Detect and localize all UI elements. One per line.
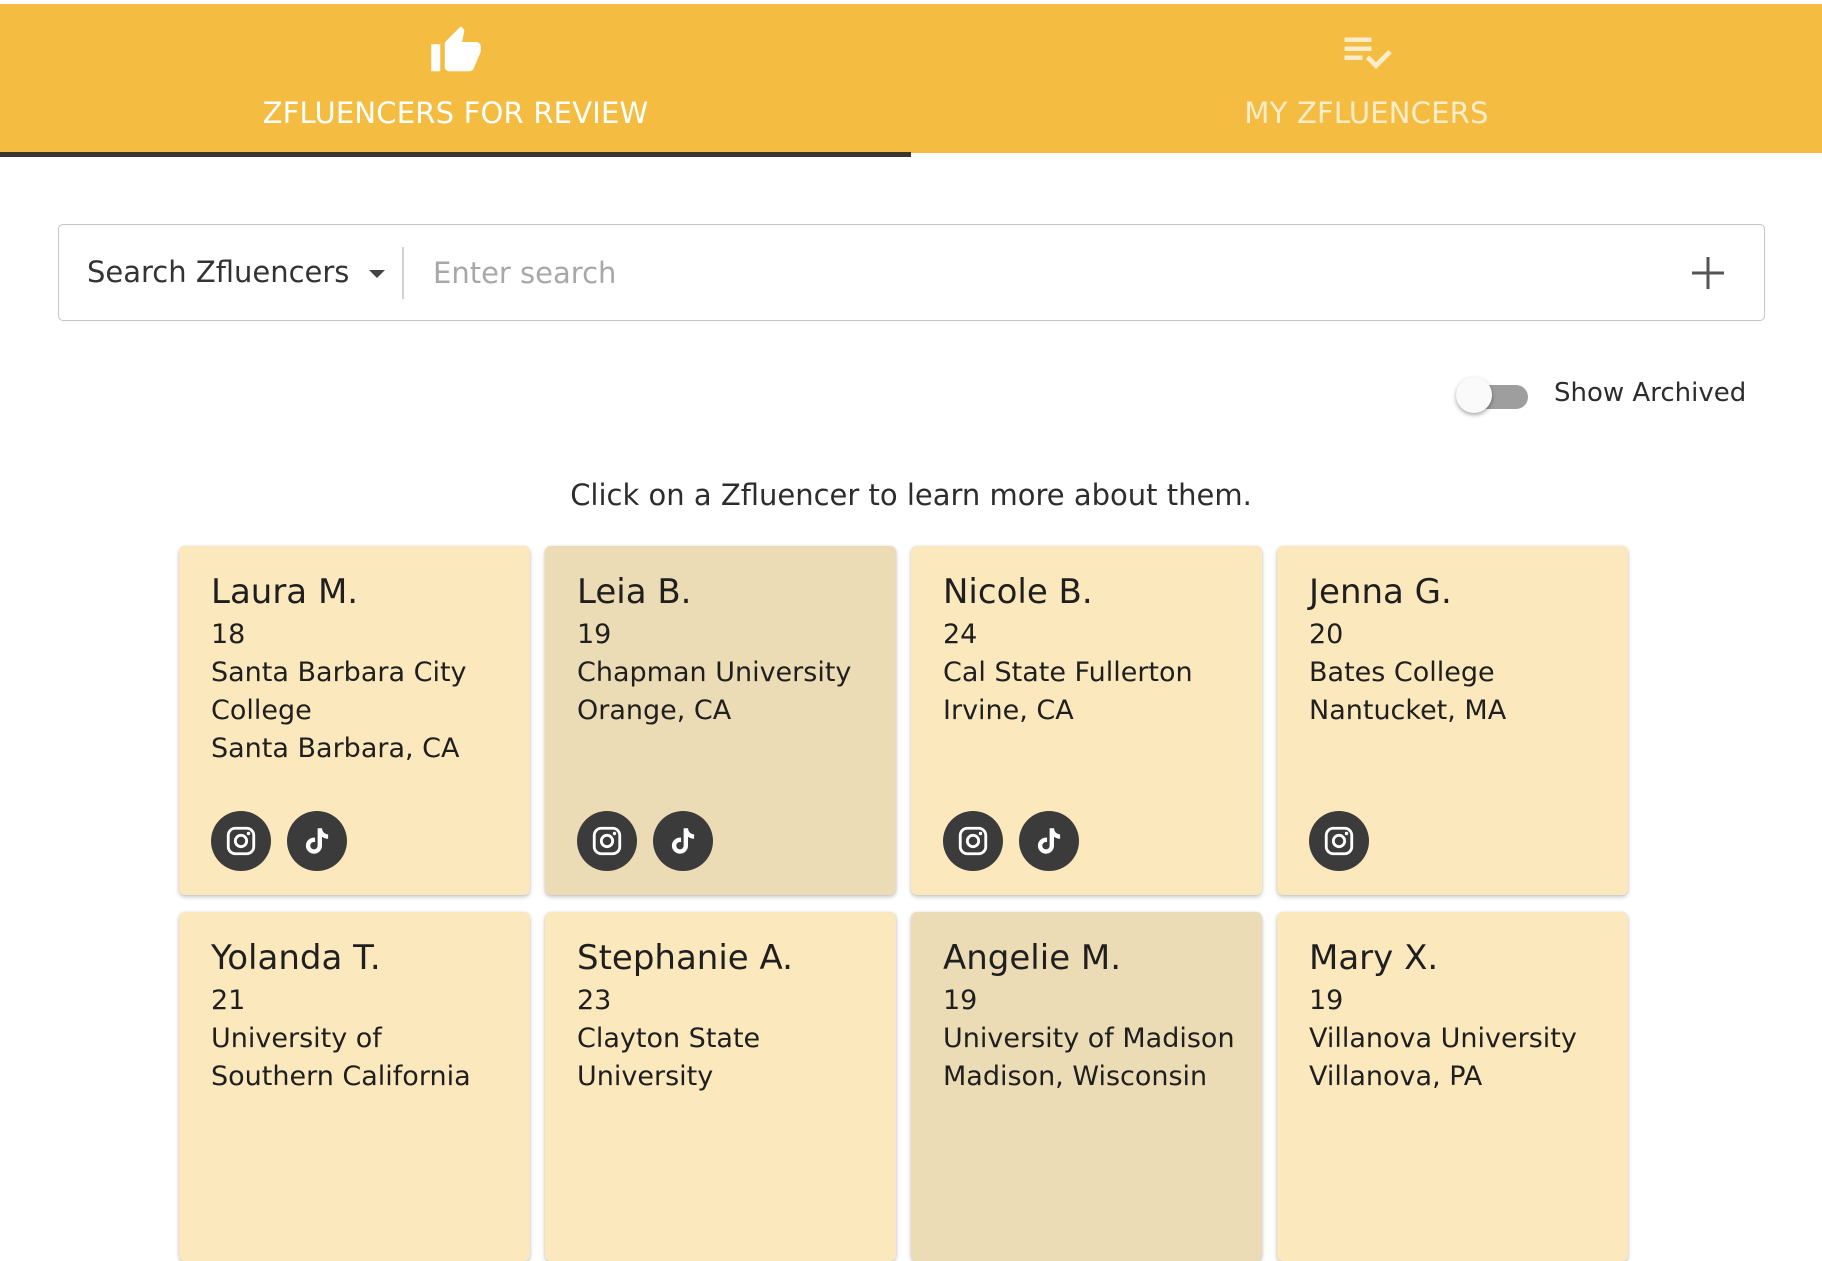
top-navigation-bar: ZFLUENCERS FOR REVIEW MY ZFLUENCERS	[0, 0, 1822, 157]
zfluencer-details: 19 Chapman University Orange, CA	[577, 616, 877, 730]
zfluencer-school: University of Madison	[943, 1023, 1235, 1054]
show-archived-toggle[interactable]	[1456, 377, 1530, 413]
zfluencer-school: Clayton State University	[577, 1023, 761, 1092]
zfluencer-age: 19	[1309, 985, 1344, 1016]
playlist-check-icon	[1340, 24, 1394, 78]
tab-label: MY ZFLUENCERS	[1244, 96, 1489, 130]
zfluencer-card[interactable]: Jenna G. 20 Bates College Nantucket, MA	[1277, 546, 1628, 895]
tiktok-icon[interactable]	[1019, 811, 1079, 871]
instagram-icon[interactable]	[577, 811, 637, 871]
social-links	[577, 811, 713, 871]
zfluencer-card[interactable]: Yolanda T. 21 University of Southern Calif…	[179, 912, 530, 1261]
zfluencer-school: Chapman University	[577, 657, 852, 688]
search-divider	[402, 247, 404, 299]
zfluencer-school: Villanova University	[1309, 1023, 1577, 1054]
zfluencer-card[interactable]: Angelie M. 19 University of Madison Madison…	[911, 912, 1262, 1261]
zfluencer-card[interactable]: Stephanie A. 23 Clayton State University	[545, 912, 896, 1261]
add-button[interactable]	[1686, 251, 1730, 295]
caret-down-icon	[369, 270, 386, 278]
zfluencer-details: 23 Clayton State University	[577, 982, 877, 1096]
zfluencer-details: 21 University of Southern California	[211, 982, 511, 1096]
thumbs-up-icon	[429, 24, 483, 78]
zfluencer-details: 19 University of Madison Madison, Wisconsi…	[943, 982, 1243, 1096]
zfluencer-age: 21	[211, 985, 246, 1016]
zfluencer-location: Madison, Wisconsin	[943, 1061, 1208, 1092]
zfluencer-name: Laura M.	[211, 572, 359, 612]
tiktok-icon[interactable]	[653, 811, 713, 871]
tab-my-zfluencers[interactable]: MY ZFLUENCERS	[911, 4, 1822, 153]
zfluencer-name: Yolanda T.	[211, 938, 381, 978]
zfluencer-card[interactable]: Nicole B. 24 Cal State Fullerton Irvine, CA	[911, 546, 1262, 895]
social-links	[1309, 811, 1369, 871]
active-tab-indicator	[0, 152, 911, 157]
zfluencer-card[interactable]: Leia B. 19 Chapman University Orange, CA	[545, 546, 896, 895]
zfluencer-school: Santa Barbara City College	[211, 657, 467, 726]
social-links	[943, 811, 1079, 871]
plus-icon	[1692, 257, 1724, 289]
toggle-thumb	[1456, 377, 1492, 413]
zfluencer-details: 24 Cal State Fullerton Irvine, CA	[943, 616, 1243, 730]
search-type-dropdown[interactable]: Search Zfluencers	[87, 225, 403, 319]
zfluencer-name: Stephanie A.	[577, 938, 793, 978]
zfluencer-name: Nicole B.	[943, 572, 1093, 612]
zfluencer-age: 20	[1309, 619, 1344, 650]
zfluencer-location: Villanova, PA	[1309, 1061, 1483, 1092]
zfluencer-name: Leia B.	[577, 572, 692, 612]
search-bar: Search Zfluencers	[58, 224, 1765, 321]
zfluencer-details: 20 Bates College Nantucket, MA	[1309, 616, 1609, 730]
zfluencer-age: 23	[577, 985, 612, 1016]
social-links	[211, 811, 347, 871]
show-archived-row: Show Archived	[1452, 370, 1772, 420]
tab-zfluencers-for-review[interactable]: ZFLUENCERS FOR REVIEW	[0, 4, 911, 153]
instagram-icon[interactable]	[943, 811, 1003, 871]
zfluencer-school: Bates College	[1309, 657, 1495, 688]
zfluencer-card[interactable]: Laura M. 18 Santa Barbara City College Sant…	[179, 546, 530, 895]
zfluencer-school: University of Southern California	[211, 1023, 471, 1092]
tab-label: ZFLUENCERS FOR REVIEW	[262, 96, 649, 130]
zfluencer-school: Cal State Fullerton	[943, 657, 1193, 688]
zfluencer-details: 19 Villanova University Villanova, PA	[1309, 982, 1609, 1096]
instagram-icon[interactable]	[1309, 811, 1369, 871]
zfluencer-location: Orange, CA	[577, 695, 732, 726]
search-input[interactable]	[433, 245, 1623, 301]
zfluencer-age: 19	[577, 619, 612, 650]
show-archived-label: Show Archived	[1554, 378, 1747, 408]
helper-text: Click on a Zfluencer to learn more about…	[570, 478, 1252, 512]
tiktok-icon[interactable]	[287, 811, 347, 871]
zfluencer-age: 19	[943, 985, 978, 1016]
zfluencer-location: Santa Barbara, CA	[211, 733, 460, 764]
zfluencer-name: Mary X.	[1309, 938, 1439, 978]
search-type-label: Search Zfluencers	[87, 255, 350, 289]
zfluencer-age: 24	[943, 619, 978, 650]
zfluencer-details: 18 Santa Barbara City College Santa Barbar…	[211, 616, 511, 768]
instagram-icon[interactable]	[211, 811, 271, 871]
zfluencer-name: Angelie M.	[943, 938, 1122, 978]
zfluencer-age: 18	[211, 619, 246, 650]
zfluencer-location: Irvine, CA	[943, 695, 1074, 726]
zfluencer-card[interactable]: Mary X. 19 Villanova University Villanova, …	[1277, 912, 1628, 1261]
zfluencer-location: Nantucket, MA	[1309, 695, 1507, 726]
zfluencer-name: Jenna G.	[1309, 572, 1452, 612]
